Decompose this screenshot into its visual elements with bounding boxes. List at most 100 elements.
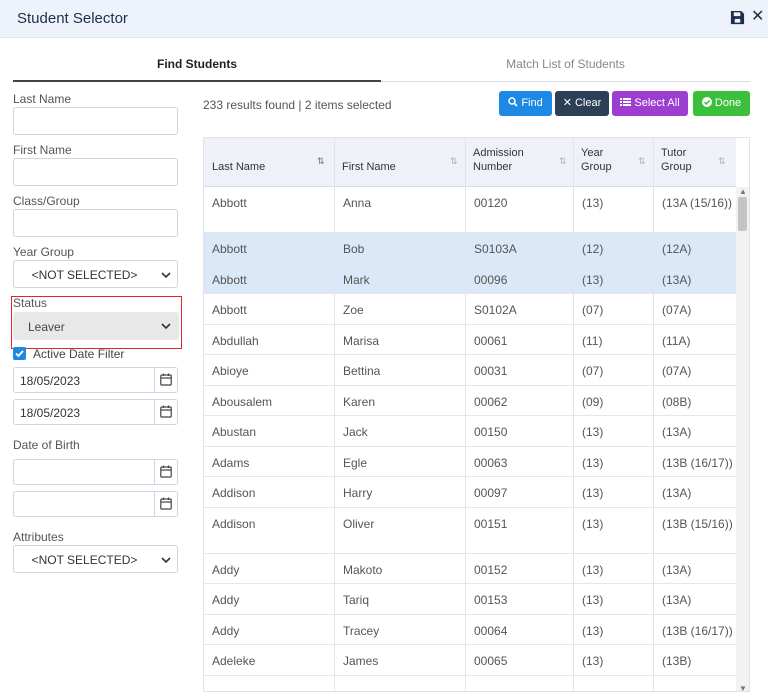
check-icon: [15, 350, 24, 358]
select-all-button[interactable]: Select All: [612, 91, 688, 116]
column-header-label: Group: [661, 161, 692, 173]
last-name-label: Last Name: [13, 92, 72, 106]
sort-icon: ⇅: [718, 156, 726, 166]
last-name-input[interactable]: [13, 107, 178, 135]
column-header-label: Group: [581, 161, 612, 173]
active-date-filter-checkbox[interactable]: [13, 347, 26, 360]
column-header-label: Last Name: [212, 161, 266, 173]
table-cell: (08B): [662, 394, 692, 409]
table-cell: Egle: [343, 455, 368, 470]
table-cell: 00153: [474, 593, 508, 607]
table-row[interactable]: Abbott Bob S0103A (12) (12A): [204, 233, 736, 264]
vertical-scrollbar[interactable]: ▲ ▼: [736, 187, 749, 691]
table-cell: S0102A: [474, 303, 517, 317]
table-cell: Marisa: [343, 333, 380, 348]
table-cell: Abioye: [212, 364, 249, 378]
table-cell: Tracey: [343, 623, 380, 638]
active-date-filter-label: Active Date Filter: [33, 347, 125, 361]
status-label: Status: [13, 296, 48, 310]
table-row[interactable]: Abbott Anna 00120 (13) (13A (15/16)): [204, 187, 736, 233]
dob-from-field[interactable]: [13, 459, 178, 485]
column-header-tutor-group[interactable]: Tutor Group ⇅: [653, 138, 736, 187]
table-header: Last Name ⇅ First Name ⇅ Admission Numbe…: [204, 138, 736, 187]
table-row[interactable]: Abousalem Karen 00062 (09) (08B): [204, 385, 736, 416]
table-cell: (13): [582, 593, 604, 607]
table-cell: (07A): [662, 303, 692, 317]
calendar-icon[interactable]: [154, 400, 177, 424]
first-name-input[interactable]: [13, 158, 178, 186]
table-cell: (07): [582, 303, 604, 317]
table-cell: (13B (15/16)): [662, 516, 733, 531]
table-row[interactable]: Addy Tariq 00153 (13) (13A): [204, 584, 736, 615]
table-cell: 00097: [474, 486, 508, 500]
class-group-input[interactable]: [13, 209, 178, 237]
tab-find-students[interactable]: Find Students: [13, 52, 381, 82]
table-row[interactable]: Abustan Jack 00150 (13) (13A): [204, 416, 736, 447]
table-cell: (13): [582, 196, 604, 210]
tab-match-list[interactable]: Match List of Students: [381, 52, 750, 82]
table-cell: Addy: [212, 623, 240, 638]
table-row[interactable]: Abdullah Marisa 00061 (11) (11A): [204, 324, 736, 355]
table-cell: Makoto: [343, 562, 383, 577]
table-cell: 00151: [474, 516, 508, 531]
close-icon[interactable]: ✕: [751, 9, 767, 25]
date-to-field[interactable]: 18/05/2023: [13, 399, 178, 425]
done-button[interactable]: Done: [693, 91, 750, 116]
year-group-select[interactable]: <NOT SELECTED>: [13, 260, 178, 288]
attributes-label: Attributes: [13, 530, 64, 544]
table-cell: 00031: [474, 364, 508, 378]
calendar-icon[interactable]: [154, 460, 177, 484]
chevron-down-icon: [161, 323, 171, 330]
dob-to-field[interactable]: [13, 491, 178, 517]
table-cell: Abbott: [212, 196, 247, 210]
table-cell: Bob: [343, 242, 365, 256]
table-row[interactable]: Adeleke James 00065 (13) (13B): [204, 645, 736, 676]
table-cell: (07A): [662, 364, 692, 378]
class-group-label: Class/Group: [13, 194, 80, 208]
scroll-up-icon[interactable]: ▲: [739, 187, 747, 196]
scrollbar-thumb[interactable]: [738, 197, 747, 231]
table-cell: Abbott: [212, 303, 247, 317]
table-cell: 00064: [474, 623, 508, 638]
date-to-value: 18/05/2023: [20, 406, 81, 420]
table-cell: Bettina: [343, 364, 381, 378]
table-cell: (07): [582, 364, 604, 378]
status-select[interactable]: Leaver: [13, 312, 179, 340]
table-cell: (13A): [662, 593, 692, 607]
table-cell: Karen: [343, 394, 376, 409]
table-cell: Addy: [212, 562, 240, 577]
table-cell: (13): [582, 272, 604, 287]
column-header-last-name[interactable]: Last Name ⇅: [204, 138, 334, 187]
chevron-down-icon: [161, 557, 171, 564]
calendar-icon[interactable]: [154, 492, 177, 516]
table-row[interactable]: Abbott Mark 00096 (13) (13A): [204, 263, 736, 294]
table-cell: (12A): [662, 242, 692, 256]
table-cell: Zoe: [343, 303, 364, 317]
table-row[interactable]: Addison Harry 00097 (13) (13A): [204, 477, 736, 508]
table-cell: Anna: [343, 196, 372, 210]
table-cell: (13A): [662, 486, 692, 500]
find-button[interactable]: Find: [499, 91, 552, 116]
column-header-admission-number[interactable]: Admission Number ⇅: [465, 138, 573, 187]
column-header-year-group[interactable]: Year Group ⇅: [573, 138, 653, 187]
save-icon[interactable]: [730, 10, 746, 26]
table-row[interactable]: Abbott Zoe S0102A (07) (07A): [204, 294, 736, 325]
table-cell: 00120: [474, 196, 508, 210]
column-header-first-name[interactable]: First Name ⇅: [334, 138, 465, 187]
table-row[interactable]: Addy Tracey 00064 (13) (13B (16/17)): [204, 614, 736, 645]
calendar-icon[interactable]: [154, 368, 177, 392]
table-cell: Abbott: [212, 242, 247, 256]
clear-button[interactable]: ✕ Clear: [555, 91, 609, 116]
table-cell: (13): [582, 425, 604, 439]
column-divider: [465, 138, 466, 691]
table-row[interactable]: Addison Oliver 00151 (13) (13B (15/16)): [204, 507, 736, 554]
attributes-select[interactable]: <NOT SELECTED>: [13, 545, 178, 573]
table-row[interactable]: Addy Makoto 00152 (13) (13A): [204, 553, 736, 584]
table-row[interactable]: Abioye Bettina 00031 (07) (07A): [204, 355, 736, 386]
scroll-down-icon[interactable]: ▼: [739, 684, 747, 691]
year-group-label: Year Group: [13, 245, 74, 259]
table-cell: 00150: [474, 425, 508, 439]
table-row[interactable]: Adams Egle 00063 (13) (13B (16/17)): [204, 446, 736, 477]
date-from-field[interactable]: 18/05/2023: [13, 367, 178, 393]
table-cell: Abustan: [212, 425, 257, 439]
